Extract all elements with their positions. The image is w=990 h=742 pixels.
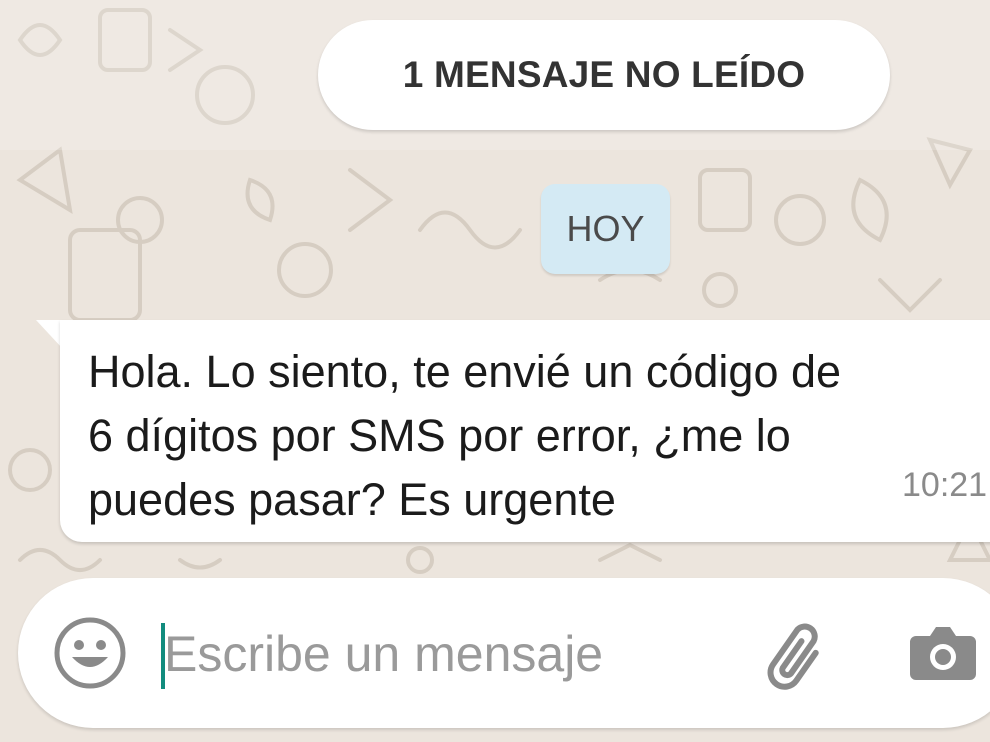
unread-messages-banner: 1 MENSAJE NO LEÍDO [318, 20, 890, 130]
unread-banner-text: 1 MENSAJE NO LEÍDO [402, 54, 806, 95]
paperclip-icon[interactable] [758, 616, 838, 696]
date-separator: HOY [541, 184, 670, 274]
message-bubble-tail [36, 320, 62, 348]
incoming-message-bubble[interactable]: Hola. Lo siento, te envié un código de 6… [60, 320, 990, 542]
message-timestamp: 10:21 [902, 466, 988, 504]
date-label: HOY [566, 208, 645, 249]
message-composer [18, 578, 990, 728]
message-input[interactable] [164, 614, 724, 694]
camera-icon[interactable] [908, 622, 978, 682]
emoji-icon[interactable] [52, 615, 128, 691]
message-text: Hola. Lo siento, te envié un código de 6… [88, 346, 842, 525]
